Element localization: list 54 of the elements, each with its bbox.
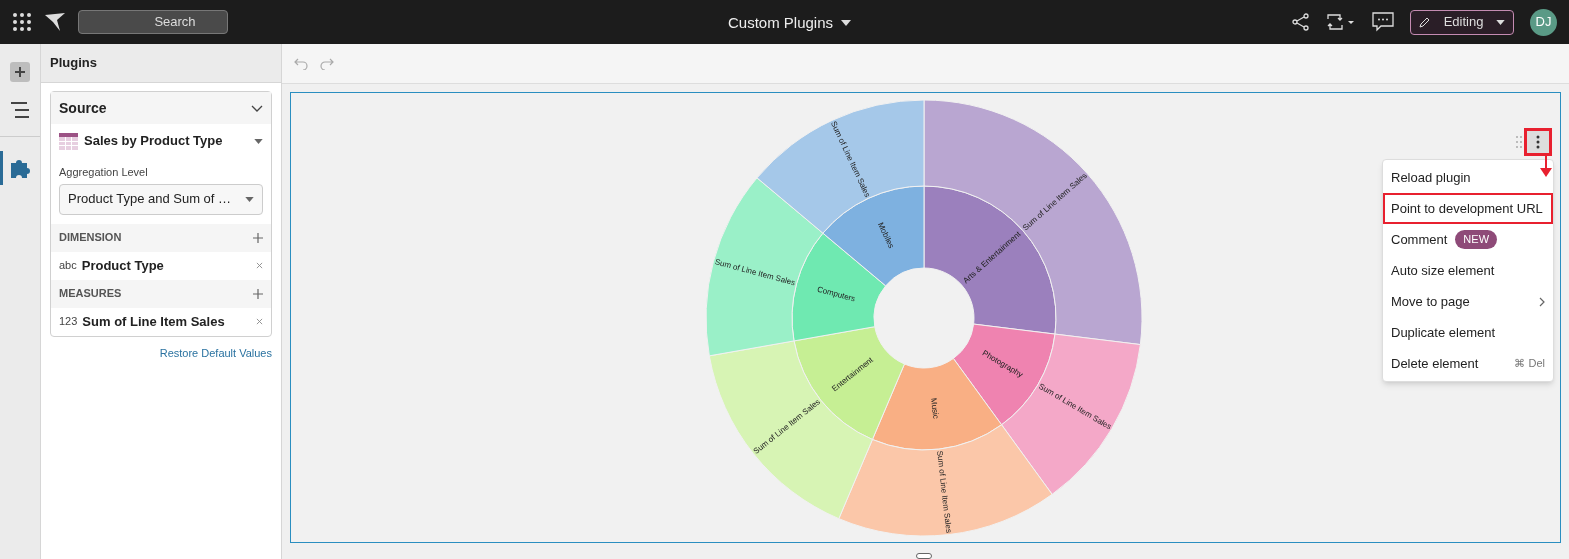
dropdown-caret-icon[interactable] <box>254 138 263 144</box>
element-drag-handle[interactable] <box>916 553 932 559</box>
source-heading: Source <box>59 98 107 118</box>
menu-item[interactable]: Duplicate element <box>1383 317 1553 348</box>
drag-grip-icon[interactable] <box>1516 136 1522 148</box>
menu-item[interactable]: Auto size element <box>1383 255 1553 286</box>
share-icon[interactable] <box>1292 13 1310 31</box>
menu-item[interactable]: Move to page <box>1383 286 1553 317</box>
caret-icon <box>841 20 852 27</box>
keyboard-shortcut: ⌘ Del <box>1514 356 1545 372</box>
kebab-dots-icon <box>1536 135 1540 149</box>
segment-label: Sum of Line Item Sales <box>935 450 954 534</box>
type-tag: abc <box>59 257 77 274</box>
comment-icon[interactable] <box>1372 12 1394 32</box>
plugin-element[interactable] <box>290 92 1561 543</box>
field-label: Aggregation Level <box>58 165 149 180</box>
app-grid-icon[interactable] <box>12 12 32 32</box>
menu-item[interactable]: Reload plugin <box>1383 162 1553 193</box>
field-name[interactable]: Product Type <box>81 255 164 276</box>
chevron-right-icon <box>1539 296 1545 307</box>
search-field[interactable]: Search <box>78 10 228 34</box>
segment-label: Sum of Line Item Sales <box>713 257 797 288</box>
layers-icon[interactable] <box>9 102 31 118</box>
collapse-chevron-icon[interactable] <box>251 104 263 112</box>
segment-label: Sum of Line Item Sales <box>828 119 872 199</box>
segment-label: Music <box>929 397 941 420</box>
add-icon[interactable] <box>253 288 263 299</box>
aggregation-dropdown[interactable]: Product Type and Sum of … <box>59 183 263 215</box>
pencil-icon <box>1419 16 1431 28</box>
menu-item[interactable]: Point to development URL <box>1383 193 1553 224</box>
more-options-button[interactable] <box>1524 128 1552 156</box>
new-badge: NEW <box>1455 230 1498 249</box>
document-title-dropdown[interactable]: Custom Plugins <box>728 12 852 35</box>
field-name[interactable]: Sum of Line Item Sales <box>82 311 225 332</box>
menu-item[interactable]: Delete element ⌘ Del <box>1383 348 1553 379</box>
swap-icon[interactable] <box>1326 13 1356 31</box>
add-icon[interactable] <box>10 62 30 82</box>
editing-mode-button[interactable]: Editing <box>1410 9 1514 35</box>
bird-logo-icon[interactable] <box>44 12 66 32</box>
section-heading: MEASURES <box>59 286 122 302</box>
remove-icon[interactable] <box>256 262 263 269</box>
menu-item[interactable]: Comment NEW <box>1383 224 1553 255</box>
remove-icon[interactable] <box>256 318 263 325</box>
annotation-arrow <box>1540 156 1552 178</box>
add-icon[interactable] <box>253 232 263 243</box>
restore-defaults-link[interactable]: Restore Default Values <box>159 344 272 361</box>
puzzle-piece-icon[interactable] <box>9 157 31 179</box>
type-tag: 123 <box>59 313 78 330</box>
caret-icon <box>245 196 254 202</box>
dataset-name[interactable]: Sales by Product Type <box>84 131 223 151</box>
caret-icon <box>1496 19 1505 25</box>
panel-title: Plugins <box>41 44 281 83</box>
table-icon <box>59 132 78 150</box>
section-heading: DIMENSION <box>59 230 122 246</box>
